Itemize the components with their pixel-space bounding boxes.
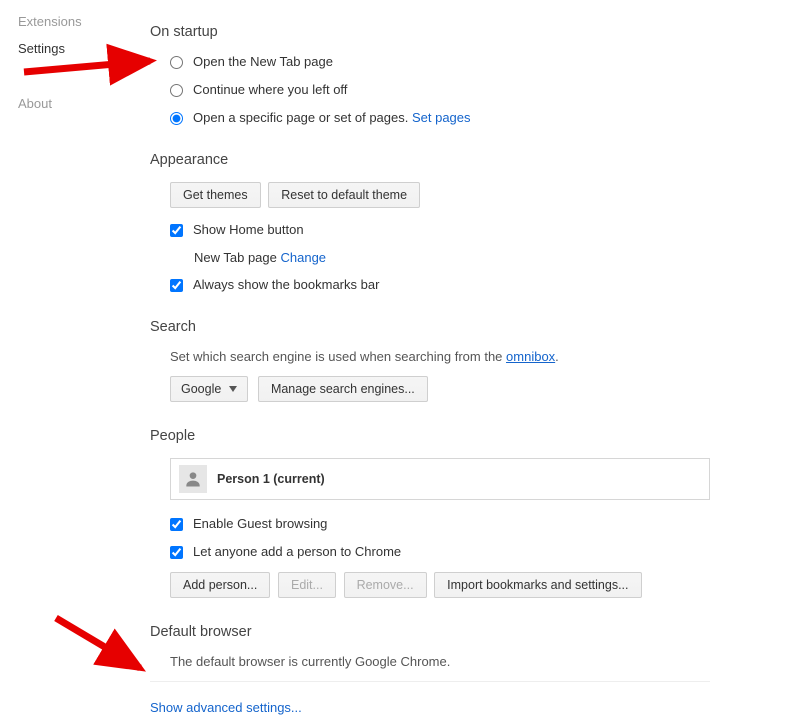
chevron-down-icon [229,386,237,392]
sidebar-item-extensions[interactable]: Extensions [18,8,128,35]
enable-guest-row[interactable]: Enable Guest browsing [170,516,710,532]
show-home-checkbox-row[interactable]: Show Home button [170,222,710,238]
radio-continue-label: Continue where you left off [193,82,347,98]
home-sub-row: New Tab page Change [170,250,710,265]
omnibox-link[interactable]: omnibox [506,349,555,364]
section-title-search: Search [150,319,710,335]
always-bookmarks-checkbox[interactable] [170,279,183,292]
divider [150,681,710,682]
person-row[interactable]: Person 1 (current) [170,458,710,500]
section-title-appearance: Appearance [150,152,710,168]
enable-guest-checkbox[interactable] [170,518,183,531]
radio-specific-label: Open a specific page or set of pages. Se… [193,110,471,126]
always-bookmarks-label: Always show the bookmarks bar [193,277,379,293]
content-area: On startup Open the New Tab page Continu… [150,24,710,715]
person-name: Person 1 (current) [217,472,325,486]
search-engine-selected: Google [181,382,221,396]
section-title-default-browser: Default browser [150,624,710,640]
section-title-people: People [150,428,710,444]
let-anyone-checkbox[interactable] [170,546,183,559]
section-people: People Person 1 (current) Enable Guest b… [150,428,710,598]
avatar-icon [179,465,207,493]
radio-newtab-label: Open the New Tab page [193,54,333,70]
section-default-browser: Default browser The default browser is c… [150,624,710,669]
sidebar-item-about[interactable]: About [18,90,128,117]
manage-search-engines-button[interactable]: Manage search engines... [258,376,428,402]
remove-person-button: Remove... [344,572,427,598]
always-bookmarks-row[interactable]: Always show the bookmarks bar [170,277,710,293]
section-startup: On startup Open the New Tab page Continu… [150,24,710,126]
section-search: Search Set which search engine is used w… [150,319,710,402]
show-home-checkbox[interactable] [170,224,183,237]
set-pages-link[interactable]: Set pages [412,110,471,125]
sidebar: Extensions Settings About [18,8,128,117]
radio-specific[interactable] [170,112,183,125]
reset-theme-button[interactable]: Reset to default theme [268,182,420,208]
startup-option-newtab[interactable]: Open the New Tab page [170,54,710,70]
radio-continue[interactable] [170,84,183,97]
section-appearance: Appearance Get themes Reset to default t… [150,152,710,293]
search-engine-dropdown[interactable]: Google [170,376,248,402]
import-bookmarks-button[interactable]: Import bookmarks and settings... [434,572,641,598]
add-person-button[interactable]: Add person... [170,572,270,598]
search-desc: Set which search engine is used when sea… [150,349,710,364]
let-anyone-row[interactable]: Let anyone add a person to Chrome [170,544,710,560]
section-title-startup: On startup [150,24,710,40]
default-browser-desc: The default browser is currently Google … [150,654,710,669]
sidebar-item-settings[interactable]: Settings [18,35,128,62]
let-anyone-label: Let anyone add a person to Chrome [193,544,401,560]
show-advanced-settings-link[interactable]: Show advanced settings... [150,692,710,715]
startup-option-continue[interactable]: Continue where you left off [170,82,710,98]
enable-guest-label: Enable Guest browsing [193,516,327,532]
edit-person-button: Edit... [278,572,336,598]
get-themes-button[interactable]: Get themes [170,182,261,208]
radio-newtab[interactable] [170,56,183,69]
change-home-link[interactable]: Change [281,250,327,265]
startup-option-specific[interactable]: Open a specific page or set of pages. Se… [170,110,710,126]
show-home-label: Show Home button [193,222,304,238]
